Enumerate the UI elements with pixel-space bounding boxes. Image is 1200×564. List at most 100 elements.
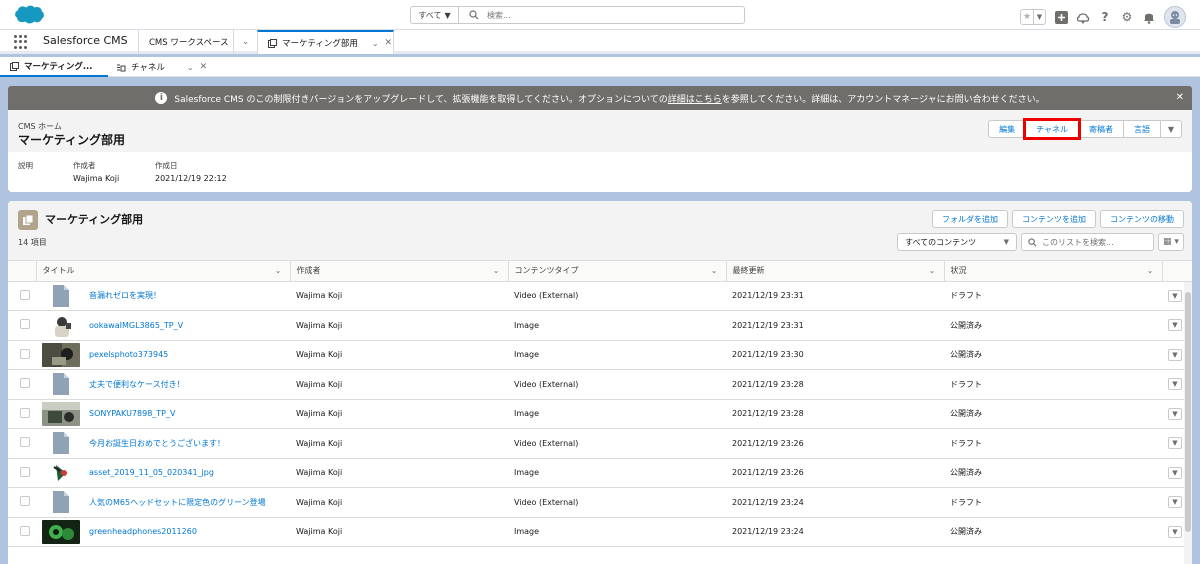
- column-header-content-type[interactable]: コンテンツタイプ ⌄: [508, 261, 727, 282]
- subtab-channel[interactable]: チャネル ⌄ ✕: [116, 57, 207, 77]
- row-checkbox[interactable]: [20, 348, 30, 359]
- favorites-group[interactable]: ★ ▼: [1020, 9, 1046, 25]
- table-row[interactable]: pexelsphoto373945 Wajima Koji Image 2021/12…: [8, 340, 1192, 370]
- row-checkbox[interactable]: [20, 378, 30, 389]
- language-button[interactable]: 言語: [1123, 120, 1161, 138]
- last-modified-cell: 2021/12/19 23:30: [726, 340, 944, 370]
- info-icon: i: [155, 92, 168, 104]
- salesforce-logo[interactable]: [11, 4, 47, 26]
- record-actions: 編集 チャネル 寄稿者 言語 ▼: [988, 118, 1182, 140]
- row-select-cell: [8, 369, 36, 400]
- app-launcher-icon[interactable]: [14, 35, 28, 49]
- row-action-menu-button[interactable]: ▼: [1168, 289, 1182, 302]
- global-search[interactable]: すべて ▼: [410, 6, 745, 24]
- chevron-down-icon[interactable]: ▼: [1033, 10, 1045, 24]
- list-search-input[interactable]: このリストを検索...: [1021, 233, 1154, 251]
- content-title-link[interactable]: 今月お誕生日おめでとうございます！: [89, 438, 225, 449]
- field-label: 作成者: [73, 161, 96, 170]
- row-checkbox[interactable]: [20, 289, 30, 300]
- row-action-menu-button[interactable]: ▼: [1168, 348, 1182, 361]
- chevron-down-icon[interactable]: ⌄: [493, 266, 500, 275]
- column-header-status[interactable]: 状況 ⌄: [944, 261, 1163, 282]
- content-title-link[interactable]: asset_2019_11_05_020341_jpg: [89, 468, 214, 477]
- chevron-down-icon[interactable]: ⌄: [372, 39, 379, 48]
- row-action-menu-button[interactable]: ▼: [1168, 407, 1182, 420]
- row-checkbox[interactable]: [20, 525, 30, 536]
- add-content-button[interactable]: コンテンツを追加: [1012, 210, 1096, 228]
- banner-details-link[interactable]: 詳細はこちら: [668, 92, 722, 105]
- channel-icon: [117, 64, 126, 71]
- table-row[interactable]: ookawaIMGL3865_TP_V Wajima Koji Image 2021/…: [8, 310, 1192, 341]
- column-header-title[interactable]: タイトル ⌄: [36, 261, 291, 282]
- star-icon[interactable]: ★: [1021, 10, 1033, 24]
- content-title-link[interactable]: pexelsphoto373945: [89, 350, 168, 359]
- row-checkbox[interactable]: [20, 407, 30, 418]
- user-avatar[interactable]: [1164, 6, 1186, 28]
- scrollbar-thumb[interactable]: [1185, 292, 1191, 532]
- trailhead-icon[interactable]: [1076, 10, 1090, 24]
- close-icon[interactable]: ✕: [1176, 92, 1184, 103]
- channel-button[interactable]: チャネル: [1023, 118, 1081, 140]
- status-cell: 公開済み: [944, 517, 1162, 547]
- search-scope-select[interactable]: すべて ▼: [411, 7, 459, 23]
- scrollbar[interactable]: [1184, 282, 1192, 564]
- help-icon[interactable]: ?: [1098, 10, 1112, 24]
- more-actions-button[interactable]: ▼: [1160, 120, 1182, 138]
- row-checkbox[interactable]: [20, 496, 30, 507]
- table-row[interactable]: greenheadphones2011260 Wajima Koji Image 20…: [8, 517, 1192, 547]
- nav-tab-cms-workspace[interactable]: CMS ワークスペース: [138, 30, 234, 54]
- chevron-down-icon[interactable]: ⌄: [187, 63, 194, 72]
- row-checkbox[interactable]: [20, 437, 30, 448]
- image-thumbnail: [42, 342, 80, 367]
- contributors-button[interactable]: 寄稿者: [1078, 120, 1124, 138]
- last-modified-cell: 2021/12/19 23:24: [726, 517, 944, 547]
- title-cell: greenheadphones2011260: [36, 517, 290, 547]
- move-content-button[interactable]: コンテンツの移動: [1100, 210, 1184, 228]
- row-action-menu-button[interactable]: ▼: [1168, 319, 1182, 332]
- chevron-down-icon[interactable]: ⌄: [1147, 266, 1154, 275]
- add-folder-button[interactable]: フォルダを追加: [932, 210, 1008, 228]
- row-action-menu-button[interactable]: ▼: [1168, 466, 1182, 479]
- row-action-menu-button[interactable]: ▼: [1168, 378, 1182, 391]
- nav-tab-label: マーケティング部用: [282, 39, 358, 49]
- nav-tab-menu-button[interactable]: ⌄: [233, 30, 257, 54]
- table-row[interactable]: 人気のM65ヘッドセットに限定色のグリーン登場 Wajima Koji Video …: [8, 487, 1192, 518]
- content-title-link[interactable]: 音漏れゼロを実現！: [89, 290, 161, 301]
- table-row[interactable]: 音漏れゼロを実現！ Wajima Koji Video (External) 2021…: [8, 281, 1192, 311]
- content-title-link[interactable]: ookawaIMGL3865_TP_V: [89, 321, 183, 330]
- edit-button[interactable]: 編集: [988, 120, 1027, 138]
- chevron-down-icon[interactable]: ⌄: [711, 266, 718, 275]
- display-as-table-icon[interactable]: ▦ ▾: [1158, 233, 1184, 251]
- row-action-menu-button[interactable]: ▼: [1168, 525, 1182, 538]
- content-title-link[interactable]: greenheadphones2011260: [89, 527, 197, 536]
- column-header-last-modified[interactable]: 最終更新 ⌄: [726, 261, 945, 282]
- chevron-down-icon[interactable]: ⌄: [929, 266, 936, 275]
- global-add-icon[interactable]: [1054, 10, 1068, 24]
- content-title-link[interactable]: 丈夫で便利なケース付き！: [89, 379, 185, 390]
- subtab-marketing[interactable]: マーケティング...: [0, 57, 108, 77]
- content-title-link[interactable]: 人気のM65ヘッドセットに限定色のグリーン登場: [89, 497, 266, 508]
- row-checkbox[interactable]: [20, 466, 30, 477]
- global-search-input[interactable]: [487, 10, 727, 20]
- table-row[interactable]: SONYPAKU7898_TP_V Wajima Koji Image 2021/12…: [8, 399, 1192, 429]
- table-row[interactable]: asset_2019_11_05_020341_jpg Wajima Koji Im…: [8, 458, 1192, 488]
- chevron-down-icon[interactable]: ⌄: [275, 266, 282, 275]
- last-modified-cell: 2021/12/19 23:26: [726, 458, 944, 488]
- close-icon[interactable]: ✕: [385, 38, 393, 48]
- close-icon[interactable]: ✕: [200, 62, 208, 72]
- content-title-link[interactable]: SONYPAKU7898_TP_V: [89, 409, 175, 418]
- notification-bell-icon[interactable]: [1142, 10, 1156, 24]
- table-row[interactable]: 丈夫で便利なケース付き！ Wajima Koji Video (External) 2…: [8, 369, 1192, 400]
- table-row[interactable]: 今月お誕生日おめでとうございます！ Wajima Koji Video (Exter…: [8, 428, 1192, 459]
- content-type-cell: Video (External): [508, 428, 726, 459]
- chevron-down-icon: ▼: [444, 10, 451, 20]
- column-header-author[interactable]: 作成者 ⌄: [290, 261, 509, 282]
- row-action-menu-button[interactable]: ▼: [1168, 496, 1182, 509]
- gear-icon[interactable]: ⚙: [1120, 10, 1134, 24]
- author-cell: Wajima Koji: [290, 281, 508, 311]
- content-filter-select[interactable]: すべてのコンテンツ ▼: [897, 233, 1017, 251]
- content-type-cell: Image: [508, 310, 726, 341]
- row-action-menu-button[interactable]: ▼: [1168, 437, 1182, 450]
- nav-tab-marketing[interactable]: マーケティング部用 ⌄ ✕: [257, 30, 394, 54]
- row-checkbox[interactable]: [20, 319, 30, 330]
